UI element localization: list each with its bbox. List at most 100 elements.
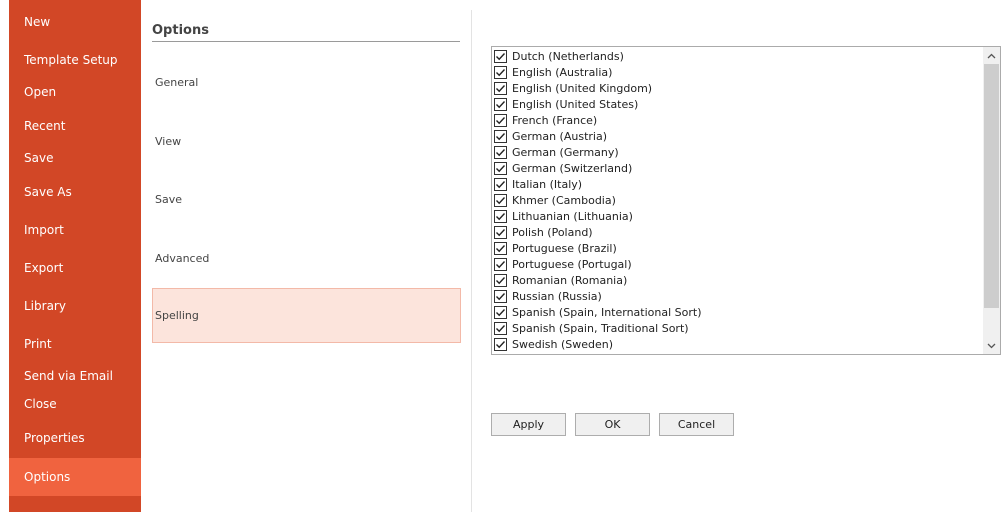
category-general[interactable]: General xyxy=(152,55,461,110)
checkmark-icon xyxy=(496,164,506,172)
language-item[interactable]: Italian (Italy) xyxy=(494,176,582,192)
checkmark-icon xyxy=(496,180,506,188)
language-item[interactable]: English (United States) xyxy=(494,96,638,112)
checkmark-icon xyxy=(496,260,506,268)
checkmark-icon xyxy=(496,132,506,140)
language-item[interactable]: German (Austria) xyxy=(494,128,607,144)
language-checkbox[interactable] xyxy=(494,321,507,335)
language-item[interactable]: Lithuanian (Lithuania) xyxy=(494,208,633,224)
language-label: Lithuanian (Lithuania) xyxy=(512,209,633,223)
language-item[interactable]: Swedish (Sweden) xyxy=(494,336,613,352)
language-label: English (United States) xyxy=(512,97,639,111)
checkmark-icon xyxy=(496,52,506,60)
checkmark-icon xyxy=(496,308,506,316)
language-label: Swedish (Sweden) xyxy=(512,337,614,351)
language-list-scrollbar[interactable] xyxy=(983,47,1000,354)
category-label: Advanced xyxy=(155,252,210,265)
language-label: Spanish (Spain, International Sort) xyxy=(512,305,702,319)
checkmark-icon xyxy=(496,212,506,220)
language-label: Dutch (Netherlands) xyxy=(512,49,624,63)
language-checkbox[interactable] xyxy=(494,273,507,287)
language-item[interactable]: Spanish (Spain, International Sort) xyxy=(494,304,702,320)
category-label: General xyxy=(155,76,199,89)
language-checkbox[interactable] xyxy=(494,241,507,255)
cancel-button[interactable]: Cancel xyxy=(659,413,734,436)
sidebar-item-template-setup[interactable]: Template Setup xyxy=(9,42,141,78)
language-item[interactable]: German (Switzerland) xyxy=(494,160,632,176)
language-checkbox[interactable] xyxy=(494,209,507,223)
language-item[interactable]: Polish (Poland) xyxy=(494,224,593,240)
checkmark-icon xyxy=(496,276,506,284)
scroll-down-button[interactable] xyxy=(983,337,1000,354)
language-label: Russian (Russia) xyxy=(512,289,602,303)
language-label: German (Austria) xyxy=(512,129,607,143)
options-heading: Options xyxy=(152,23,209,38)
sidebar-item-close[interactable]: Close xyxy=(9,386,141,422)
checkmark-icon xyxy=(496,292,506,300)
language-checkbox[interactable] xyxy=(494,305,507,319)
sidebar-item-export[interactable]: Export xyxy=(9,250,141,286)
chevron-down-icon xyxy=(987,343,996,348)
language-checkbox[interactable] xyxy=(494,145,507,159)
sidebar-item-recent[interactable]: Recent xyxy=(9,108,141,144)
language-label: English (Australia) xyxy=(512,65,613,79)
sidebar-item-new[interactable]: New xyxy=(9,4,141,40)
language-checkbox[interactable] xyxy=(494,193,507,207)
language-checkbox[interactable] xyxy=(494,257,507,271)
category-advanced[interactable]: Advanced xyxy=(152,231,461,286)
checkmark-icon xyxy=(496,100,506,108)
language-label: German (Switzerland) xyxy=(512,161,633,175)
language-item[interactable]: Portuguese (Brazil) xyxy=(494,240,617,256)
language-label: Khmer (Cambodia) xyxy=(512,193,616,207)
language-checkbox[interactable] xyxy=(494,289,507,303)
language-checkbox[interactable] xyxy=(494,129,507,143)
language-checkbox[interactable] xyxy=(494,225,507,239)
language-checkbox[interactable] xyxy=(494,161,507,175)
language-item[interactable]: German (Germany) xyxy=(494,144,619,160)
language-item[interactable]: Dutch (Netherlands) xyxy=(494,48,624,64)
language-label: Polish (Poland) xyxy=(512,225,593,239)
language-label: Romanian (Romania) xyxy=(512,273,628,287)
sidebar-item-import[interactable]: Import xyxy=(9,212,141,248)
backstage-sidebar: New Template Setup Open Recent Save Save… xyxy=(0,0,141,512)
language-item[interactable]: English (United Kingdom) xyxy=(494,80,652,96)
language-item[interactable]: French (France) xyxy=(494,112,597,128)
category-save[interactable]: Save xyxy=(152,172,461,227)
sidebar-item-options[interactable]: Options xyxy=(9,458,141,496)
language-item[interactable]: Romanian (Romania) xyxy=(494,272,627,288)
category-spelling[interactable]: Spelling xyxy=(152,288,461,343)
language-list[interactable]: Dutch (Netherlands) English (Australia) En… xyxy=(491,46,1001,355)
chevron-up-icon xyxy=(987,53,996,58)
checkmark-icon xyxy=(496,84,506,92)
language-label: English (United Kingdom) xyxy=(512,81,653,95)
apply-button[interactable]: Apply xyxy=(491,413,566,436)
checkmark-icon xyxy=(496,148,506,156)
language-checkbox[interactable] xyxy=(494,97,507,111)
sidebar-item-save-as[interactable]: Save As xyxy=(9,174,141,210)
language-checkbox[interactable] xyxy=(494,177,507,191)
language-label: German (Germany) xyxy=(512,145,619,159)
options-heading-divider xyxy=(152,41,460,42)
sidebar-item-properties[interactable]: Properties xyxy=(9,420,141,456)
language-item[interactable]: Russian (Russia) xyxy=(494,288,602,304)
checkmark-icon xyxy=(496,340,506,348)
sidebar-item-print[interactable]: Print xyxy=(9,326,141,362)
scroll-thumb[interactable] xyxy=(984,64,999,308)
language-item[interactable]: Portuguese (Portugal) xyxy=(494,256,632,272)
language-item[interactable]: Khmer (Cambodia) xyxy=(494,192,616,208)
category-label: View xyxy=(155,135,182,148)
language-checkbox[interactable] xyxy=(494,337,507,351)
category-view[interactable]: View xyxy=(152,114,461,169)
sidebar-item-library[interactable]: Library xyxy=(9,288,141,324)
sidebar-item-open[interactable]: Open xyxy=(9,74,141,110)
language-checkbox[interactable] xyxy=(494,113,507,127)
scroll-up-button[interactable] xyxy=(983,47,1000,64)
ok-button[interactable]: OK xyxy=(575,413,650,436)
category-label: Save xyxy=(155,193,183,206)
language-checkbox[interactable] xyxy=(494,81,507,95)
sidebar-item-save[interactable]: Save xyxy=(9,140,141,176)
language-checkbox[interactable] xyxy=(494,65,507,79)
language-item[interactable]: English (Australia) xyxy=(494,64,612,80)
language-item[interactable]: Spanish (Spain, Traditional Sort) xyxy=(494,320,689,336)
language-checkbox[interactable] xyxy=(494,49,507,63)
